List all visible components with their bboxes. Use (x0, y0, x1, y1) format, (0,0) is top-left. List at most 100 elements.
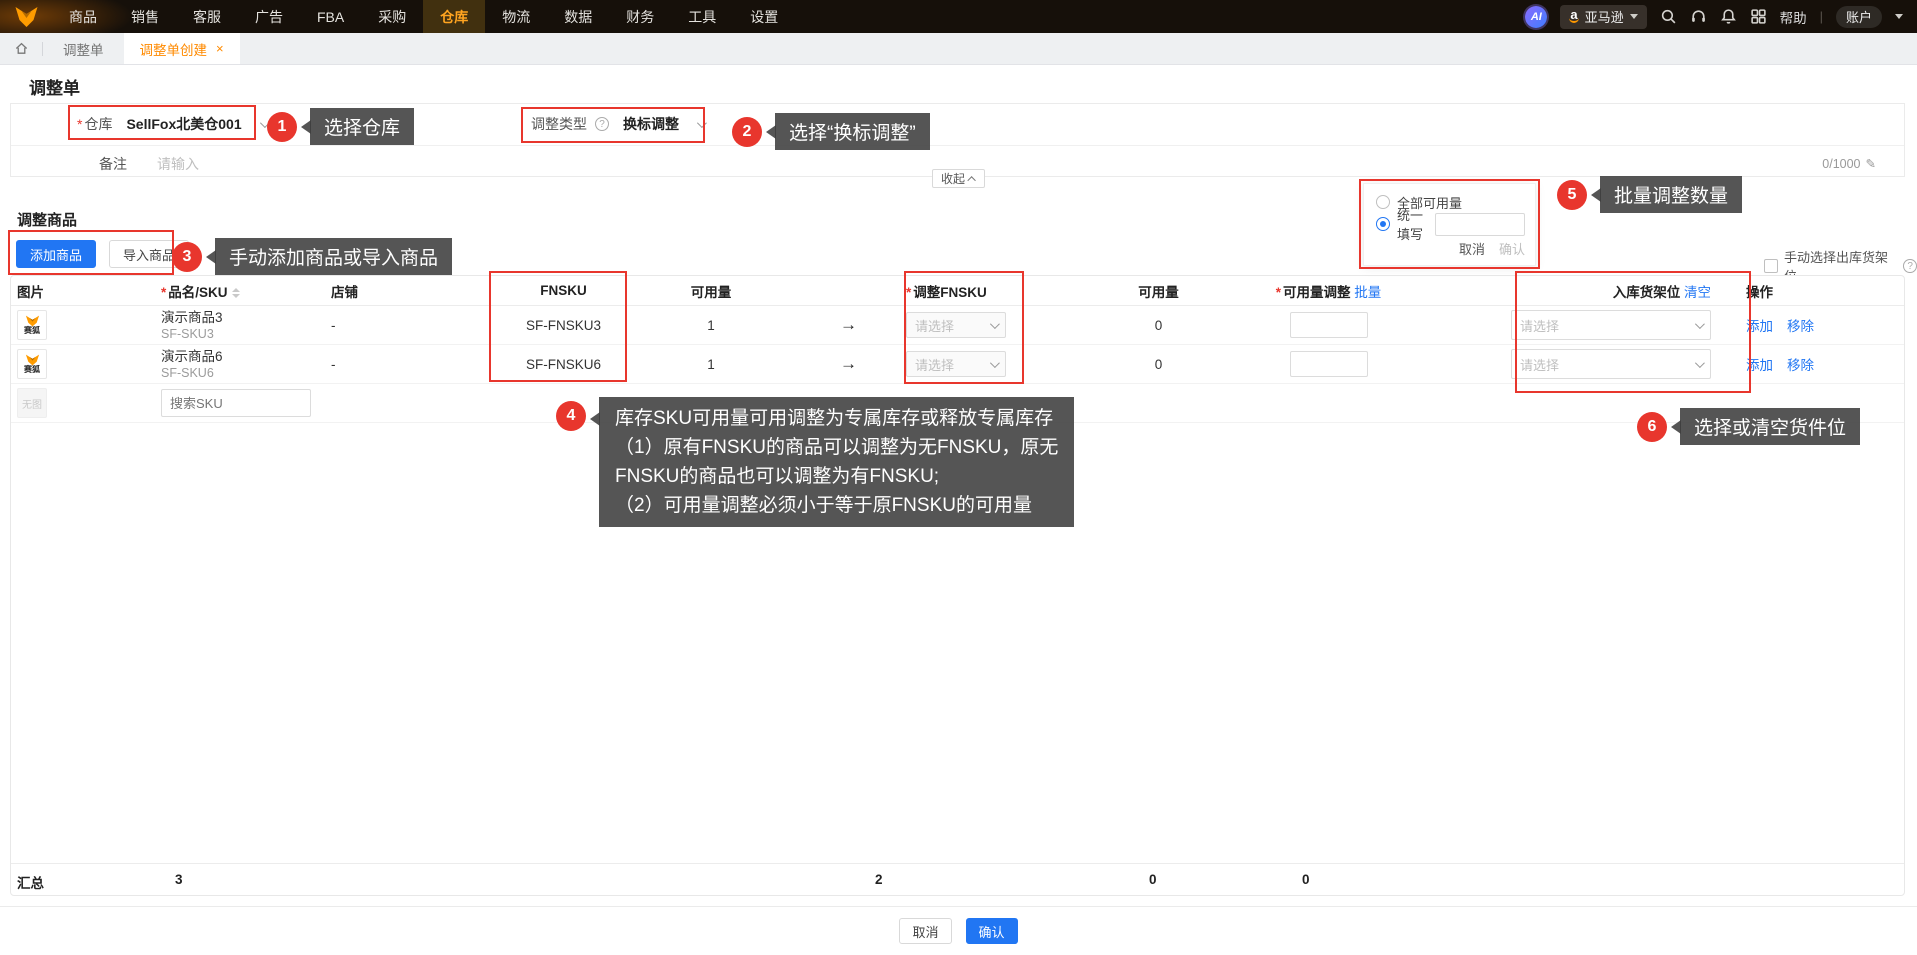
clear-link[interactable]: 清空 (1684, 285, 1711, 300)
header-inbound-shelf: 入库货架位 清空 (1612, 284, 1711, 300)
amazon-icon: a (1569, 7, 1579, 23)
ai-assistant-icon[interactable]: AI (1525, 5, 1548, 28)
search-sku-input[interactable] (161, 389, 311, 417)
help-circle-icon: ? (1903, 259, 1917, 273)
thumb-label: 赛狐 (24, 326, 40, 335)
headset-icon[interactable] (1690, 8, 1707, 25)
close-tab-icon[interactable]: × (216, 41, 224, 56)
apps-grid-icon[interactable] (1750, 8, 1767, 25)
product-thumbnail[interactable]: 赛狐 (17, 310, 47, 340)
radio-unchecked-icon[interactable] (1376, 195, 1390, 209)
collapse-label: 收起 (941, 172, 966, 186)
navbar-right: AI a 亚马逊 帮助 | 账户 (1525, 0, 1917, 33)
nav-item-service[interactable]: 客服 (176, 0, 238, 33)
header-store: 店铺 (331, 284, 358, 300)
nav-item-logistics[interactable]: 物流 (485, 0, 547, 33)
callout-6: 6 选择或清空货件位 (1637, 408, 1861, 445)
product-buttons: 添加商品 导入商品 (16, 240, 190, 268)
header-name-sku[interactable]: * 品名/SKU (161, 281, 331, 301)
add-product-button[interactable]: 添加商品 (16, 240, 97, 268)
add-row-link[interactable]: 添加 (1746, 315, 1773, 335)
available-cell: 1 (707, 356, 715, 372)
adjust-fnsku-select[interactable]: 请选择 (906, 312, 1006, 338)
nav-item-data[interactable]: 数据 (547, 0, 609, 33)
remove-row-link[interactable]: 移除 (1787, 354, 1814, 374)
header-adjust-fnsku: * 调整FNSKU (906, 284, 987, 300)
nav-item-finance[interactable]: 财务 (609, 0, 671, 33)
notification-bell-icon[interactable] (1720, 8, 1737, 25)
header-available-adjust: * 可用量调整 批量 (1275, 284, 1382, 300)
nav-item-ads[interactable]: 广告 (238, 0, 300, 33)
product-name[interactable]: 演示商品6 (161, 348, 331, 365)
callout-4: 4 库存SKU可用量可用调整为专属库存或释放专属库存 （1）原有FNSKU的商品… (556, 397, 1075, 527)
remark-field[interactable]: 备注 请输入 (99, 154, 199, 174)
name-sku-cell: 演示商品6 SF-SKU6 (161, 348, 331, 381)
nav-item-purchase[interactable]: 采购 (361, 0, 423, 33)
remove-row-link[interactable]: 移除 (1787, 315, 1814, 335)
batch-adjust-popover: 全部可用量 统一填写 取消 确认 (1363, 183, 1536, 266)
callout-number-badge: 4 (556, 401, 586, 431)
nav-item-warehouse[interactable]: 仓库 (423, 0, 486, 33)
nav-item-tools[interactable]: 工具 (671, 0, 733, 33)
cancel-button[interactable]: 取消 (899, 918, 952, 944)
available-cell: 1 (707, 317, 715, 333)
divider (11, 145, 1904, 146)
home-tab[interactable] (0, 33, 42, 64)
adjust-type-value: 换标调整 (623, 116, 679, 132)
available-adjust-input[interactable] (1289, 351, 1368, 377)
nav-item-settings[interactable]: 设置 (733, 0, 795, 33)
collapse-button[interactable]: 收起 (932, 169, 986, 188)
divider (0, 906, 1917, 907)
nav-item-fba[interactable]: FBA (300, 0, 361, 33)
help-link[interactable]: 帮助 (1780, 7, 1807, 27)
tab-adjustment-list[interactable]: 调整单 (43, 33, 124, 64)
option-uniform-fill[interactable]: 统一填写 (1376, 208, 1525, 242)
available-adjust-input[interactable] (1289, 312, 1368, 338)
warehouse-select[interactable]: * 仓库 SellFox北美仓001 (77, 114, 270, 134)
popover-cancel-button[interactable]: 取消 (1459, 239, 1485, 258)
callout-number-badge: 6 (1637, 411, 1667, 442)
sort-icon[interactable] (231, 287, 240, 298)
adjust-type-select[interactable]: 调整类型 ? 换标调整 (531, 114, 707, 134)
callout-number-badge: 3 (172, 241, 202, 272)
callout-number-badge: 2 (732, 116, 762, 147)
brand-fox-logo-icon[interactable] (0, 0, 52, 33)
nav-item-sales[interactable]: 销售 (114, 0, 176, 33)
title-bar: 调整单 (0, 65, 1917, 103)
store-cell: - (331, 317, 336, 333)
search-icon[interactable] (1660, 8, 1677, 25)
product-thumbnail[interactable]: 赛狐 (17, 349, 47, 379)
callout-tooltip: 库存SKU可用量可用调整为专属库存或释放专属库存 （1）原有FNSKU的商品可以… (599, 397, 1075, 527)
header-fnsku: FNSKU (540, 283, 587, 298)
warehouse-label: 仓库 (84, 116, 113, 132)
store-cell: - (331, 356, 336, 372)
callout-3: 3 手动添加商品或导入商品 (172, 238, 453, 275)
product-name[interactable]: 演示商品3 (161, 309, 331, 326)
chevron-down-icon (1694, 357, 1705, 368)
add-row-link[interactable]: 添加 (1746, 354, 1773, 374)
callout-tooltip: 选择或清空货件位 (1680, 408, 1861, 445)
popover-confirm-button[interactable]: 确认 (1499, 239, 1525, 258)
confirm-button[interactable]: 确认 (965, 918, 1018, 944)
account-menu[interactable]: 账户 (1835, 5, 1882, 28)
remark-label: 备注 (99, 156, 127, 172)
header-image: 图片 (17, 284, 44, 300)
account-chevron-down-icon[interactable] (1895, 14, 1903, 19)
table-header-row: 图片 * 品名/SKU 店铺 FNSKU 可用量 * 调整FNSKU 可用量 * 可用… (11, 276, 1904, 306)
inbound-shelf-select[interactable]: 请选择 (1511, 349, 1711, 379)
page-title: 调整单 (29, 79, 80, 98)
batch-link[interactable]: 批量 (1354, 285, 1381, 300)
adjust-fnsku-select[interactable]: 请选择 (906, 351, 1006, 377)
tab-adjustment-create[interactable]: 调整单创建 × (123, 33, 240, 64)
callout-tooltip: 批量调整数量 (1600, 176, 1743, 213)
marketplace-switcher[interactable]: a 亚马逊 (1560, 4, 1647, 29)
checkbox-icon[interactable] (1764, 259, 1778, 273)
nav-item-products[interactable]: 商品 (52, 0, 114, 33)
inbound-shelf-select[interactable]: 请选择 (1511, 310, 1711, 340)
product-sku: SF-SKU3 (161, 326, 214, 341)
top-navbar: 商品 销售 客服 广告 FBA 采购 仓库 物流 数据 财务 工具 设置 AI … (0, 0, 1917, 33)
chevron-down-icon (696, 117, 707, 128)
radio-checked-icon[interactable] (1376, 217, 1390, 231)
uniform-qty-input[interactable] (1435, 212, 1525, 236)
products-section-title: 调整商品 (17, 212, 78, 229)
